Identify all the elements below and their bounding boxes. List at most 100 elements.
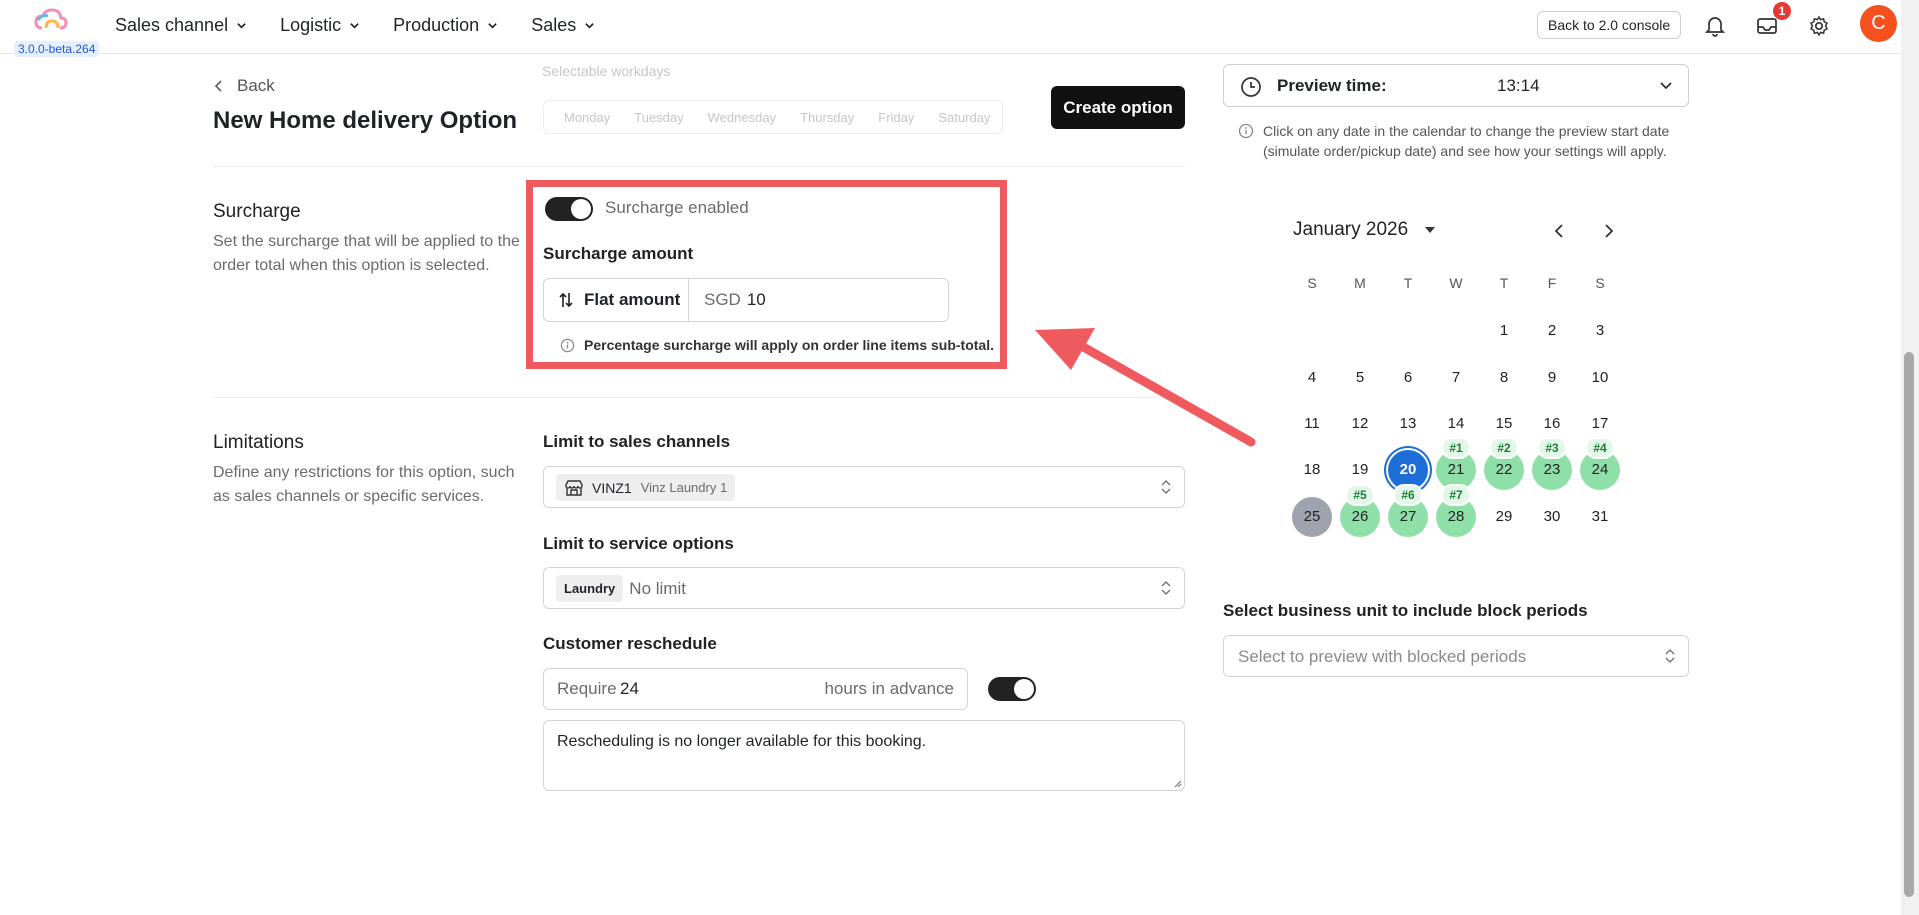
cloud-logo-icon bbox=[34, 8, 68, 30]
surcharge-amount-field[interactable]: SGD 10 bbox=[704, 279, 766, 321]
page-title: New Home delivery Option bbox=[213, 107, 518, 134]
calendar-day[interactable]: 8 bbox=[1484, 358, 1524, 398]
preview-hint: Click on any date in the calendar to cha… bbox=[1263, 123, 1670, 159]
calendar-weekday-header: S bbox=[1595, 275, 1605, 291]
user-avatar[interactable]: C bbox=[1860, 5, 1897, 42]
surcharge-note-text: Percentage surcharge will apply on order… bbox=[584, 337, 994, 353]
surcharge-enabled-toggle[interactable] bbox=[545, 197, 593, 221]
workday-option: Wednesday bbox=[707, 109, 777, 125]
surcharge-type-label: Flat amount bbox=[584, 290, 681, 309]
chevron-down-icon bbox=[488, 23, 497, 29]
nav-label: Sales channel bbox=[115, 15, 229, 35]
preview-time-select[interactable]: Preview time: 13:14 bbox=[1223, 64, 1689, 107]
require-hours-value: 24 bbox=[620, 679, 639, 698]
calendar-day[interactable]: 4 bbox=[1292, 358, 1332, 398]
nav-logistic[interactable]: Logistic bbox=[280, 15, 360, 36]
selectable-workdays-label: Selectable workdays bbox=[542, 63, 671, 79]
calendar-day-sequence-tag: #6 bbox=[1393, 484, 1423, 506]
logo[interactable]: 3.0.0-beta.264 bbox=[8, 8, 100, 57]
toggle-knob bbox=[571, 199, 591, 219]
nav-sales-channel[interactable]: Sales channel bbox=[115, 15, 247, 36]
sales-channel-chip-body: VINZ1 Vinz Laundry 1 bbox=[556, 474, 736, 501]
reschedule-toggle[interactable] bbox=[988, 677, 1036, 701]
service-options-label: Limit to service options bbox=[543, 534, 734, 553]
calendar-day-sequence-tag: #5 bbox=[1345, 484, 1375, 506]
nav-label: Logistic bbox=[280, 15, 342, 35]
sales-channel-name: Vinz Laundry 1 bbox=[640, 480, 728, 495]
preview-time-label: Preview time: bbox=[1277, 76, 1387, 95]
calendar-weekday-header: T bbox=[1403, 275, 1413, 291]
annotation-arrow-icon bbox=[1035, 328, 1256, 447]
create-option-button[interactable]: Create option bbox=[1051, 86, 1185, 129]
calendar-day[interactable]: 29 bbox=[1484, 497, 1524, 537]
calendar-day[interactable]: 25 bbox=[1292, 497, 1332, 537]
calendar-day[interactable]: 2 bbox=[1532, 311, 1572, 351]
calendar-day[interactable]: 30 bbox=[1532, 497, 1572, 537]
calendar-day[interactable]: 11 bbox=[1292, 404, 1332, 444]
chevron-down-icon bbox=[350, 23, 359, 29]
calendar-day[interactable]: 31 bbox=[1580, 497, 1620, 537]
surcharge-type-toggle-button[interactable]: Flat amount bbox=[544, 279, 689, 321]
top-navigation-bar: 3.0.0-beta.264 Sales channel Logistic Pr… bbox=[0, 0, 1900, 57]
calendar-day[interactable]: 12 bbox=[1340, 404, 1380, 444]
business-unit-label: Select business unit to include block pe… bbox=[1223, 601, 1588, 620]
surcharge-enabled-label: Surcharge enabled bbox=[605, 198, 749, 217]
settings-button[interactable] bbox=[1806, 13, 1832, 39]
surcharge-note: Percentage surcharge will apply on order… bbox=[560, 337, 994, 353]
calendar-month-select[interactable]: January 2026 bbox=[1293, 219, 1436, 241]
clock-icon bbox=[1241, 77, 1261, 97]
calendar-day[interactable]: 7 bbox=[1436, 358, 1476, 398]
info-icon bbox=[560, 338, 575, 352]
calendar-next-month-icon[interactable] bbox=[1600, 222, 1616, 240]
currency-prefix: SGD bbox=[704, 290, 741, 309]
calendar-day[interactable]: 6 bbox=[1388, 358, 1428, 398]
calendar-day[interactable]: 5 bbox=[1340, 358, 1380, 398]
inbox-icon bbox=[1757, 18, 1777, 34]
store-icon bbox=[565, 479, 583, 496]
surcharge-amount-value: 10 bbox=[746, 290, 766, 309]
page-scrollbar-thumb[interactable] bbox=[1904, 352, 1914, 897]
calendar-day[interactable]: 1 bbox=[1484, 311, 1524, 351]
workdays-selector: Monday Tuesday Wednesday Thursday Friday… bbox=[543, 100, 1003, 134]
calendar-weekday-header: W bbox=[1449, 275, 1463, 291]
swap-vertical-icon bbox=[559, 292, 573, 308]
nav-label: Production bbox=[393, 15, 480, 35]
chevron-down-icon bbox=[1660, 82, 1672, 90]
main-nav: Sales channel Logistic Production Sales bbox=[115, 15, 628, 36]
limitations-section-title: Limitations bbox=[213, 432, 304, 453]
chevron-left-icon bbox=[214, 80, 222, 92]
calendar-month-label: January 2026 bbox=[1293, 219, 1409, 240]
calendar-day[interactable]: 10 bbox=[1580, 358, 1620, 398]
nav-production[interactable]: Production bbox=[393, 15, 498, 36]
require-suffix: hours in advance bbox=[824, 679, 954, 698]
back-link[interactable]: Back bbox=[213, 76, 275, 96]
preview-time-value: 13:14 bbox=[1497, 76, 1540, 95]
version-badge: 3.0.0-beta.264 bbox=[14, 41, 100, 57]
chevron-down-icon bbox=[237, 23, 246, 29]
calendar-day-sequence-tag: #2 bbox=[1489, 437, 1519, 459]
gear-icon bbox=[1809, 15, 1829, 37]
chevron-updown-icon bbox=[1665, 648, 1675, 664]
service-options-select[interactable]: Laundry No limit bbox=[543, 567, 1185, 609]
service-options-value: Laundry No limit bbox=[556, 575, 686, 602]
calendar-day[interactable]: 3 bbox=[1580, 311, 1620, 351]
nav-label: Sales bbox=[531, 15, 577, 35]
divider bbox=[213, 166, 1185, 167]
calendar-prev-month-icon[interactable] bbox=[1552, 222, 1568, 240]
calendar-day-sequence-tag: #3 bbox=[1537, 437, 1567, 459]
nav-sales[interactable]: Sales bbox=[531, 15, 595, 36]
sales-channels-select[interactable]: VINZ1 Vinz Laundry 1 bbox=[543, 466, 1185, 508]
calendar-day[interactable]: 9 bbox=[1532, 358, 1572, 398]
app-root: 3.0.0-beta.264 Sales channel Logistic Pr… bbox=[0, 0, 1919, 915]
notifications-bell-button[interactable] bbox=[1702, 13, 1728, 39]
back-to-console-button[interactable]: Back to 2.0 console bbox=[1537, 11, 1682, 39]
business-unit-select[interactable]: Select to preview with blocked periods bbox=[1223, 635, 1689, 677]
calendar-day[interactable]: 18 bbox=[1292, 450, 1332, 490]
reschedule-message-textarea[interactable]: Rescheduling is no longer available for … bbox=[543, 720, 1185, 791]
reschedule-hours-input[interactable]: Require 24 hours in advance bbox=[543, 668, 968, 710]
surcharge-amount-label: Surcharge amount bbox=[543, 244, 694, 263]
caret-down-icon bbox=[1425, 227, 1436, 233]
calendar-day[interactable]: 13 bbox=[1388, 404, 1428, 444]
reschedule-message-text: Rescheduling is no longer available for … bbox=[557, 733, 927, 750]
resize-handle-icon[interactable] bbox=[1172, 778, 1182, 788]
